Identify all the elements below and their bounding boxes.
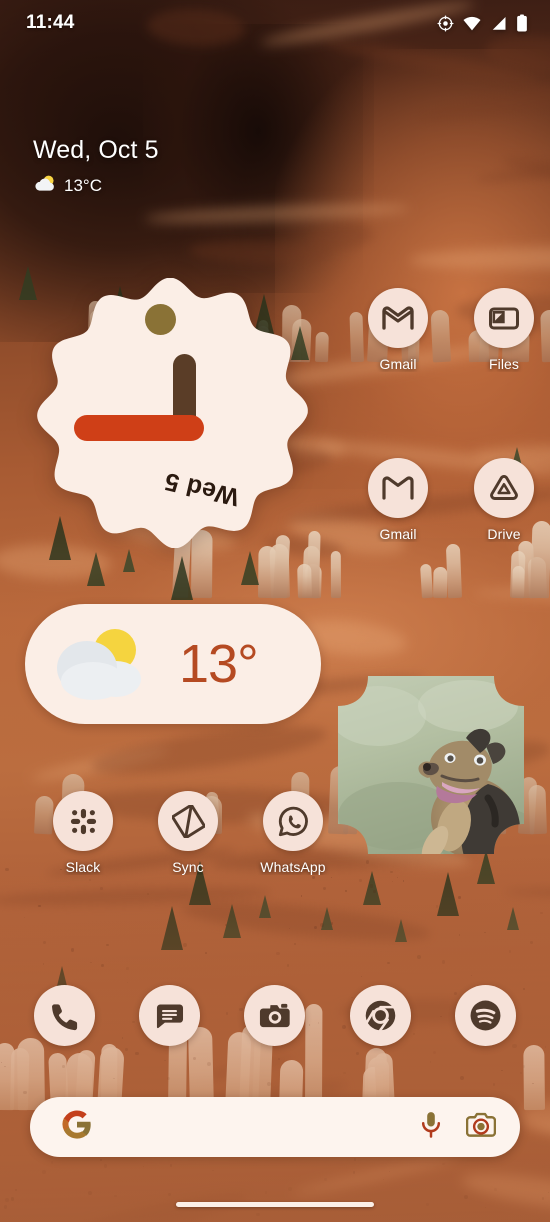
sun-behind-cloud-icon [53,623,157,706]
app-label: Files [488,356,520,372]
glance-weather: 13°C [33,174,159,197]
slack-icon[interactable] [53,791,113,851]
sync-icon[interactable] [158,791,218,851]
battery-icon [516,14,528,32]
dock [0,985,550,1047]
clock-accent-dot [145,304,176,335]
wifi-icon [463,16,481,31]
files-icon[interactable] [474,288,534,348]
google-g-icon [62,1110,92,1145]
home-gesture-pill[interactable] [176,1202,374,1207]
app-label: Gmail [379,526,417,542]
location-icon [437,14,454,32]
gmail-icon[interactable] [368,288,428,348]
search-input[interactable] [102,1097,390,1157]
messages-icon[interactable] [139,985,200,1046]
google-lens-icon[interactable] [465,1112,497,1143]
clock-minute-hand [74,415,204,441]
app-label: Gmail [379,356,417,372]
phone-icon[interactable] [34,985,95,1046]
spotify-icon[interactable] [455,985,516,1046]
at-a-glance-widget[interactable]: Wed, Oct 5 13°C [33,136,159,197]
status-bar-icons [437,14,528,32]
glance-temperature-text: 13°C [64,175,102,195]
photo-widget-image [338,676,524,854]
partly-cloudy-icon [33,174,57,197]
photo-widget[interactable] [338,676,524,854]
status-bar-clock: 11:44 [26,12,75,33]
gmail-icon[interactable] [368,458,428,518]
drive-icon[interactable] [474,458,534,518]
app-label: Sync [172,859,204,875]
weather-widget[interactable]: 13° [25,604,321,724]
status-bar: 11:44 [0,0,550,46]
camera-icon[interactable] [244,985,305,1046]
microphone-icon[interactable] [419,1111,443,1144]
google-search-bar[interactable] [30,1097,520,1157]
whatsapp-icon[interactable] [263,791,323,851]
app-label: Slack [65,859,101,875]
chrome-icon[interactable] [350,985,411,1046]
analog-clock-widget[interactable]: Wed 5 [30,278,315,548]
weather-temperature-text: 13° [179,634,259,694]
app-label: Drive [487,526,521,542]
signal-icon [490,16,507,31]
app-label: WhatsApp [260,859,326,875]
glance-date-text: Wed, Oct 5 [33,136,159,164]
